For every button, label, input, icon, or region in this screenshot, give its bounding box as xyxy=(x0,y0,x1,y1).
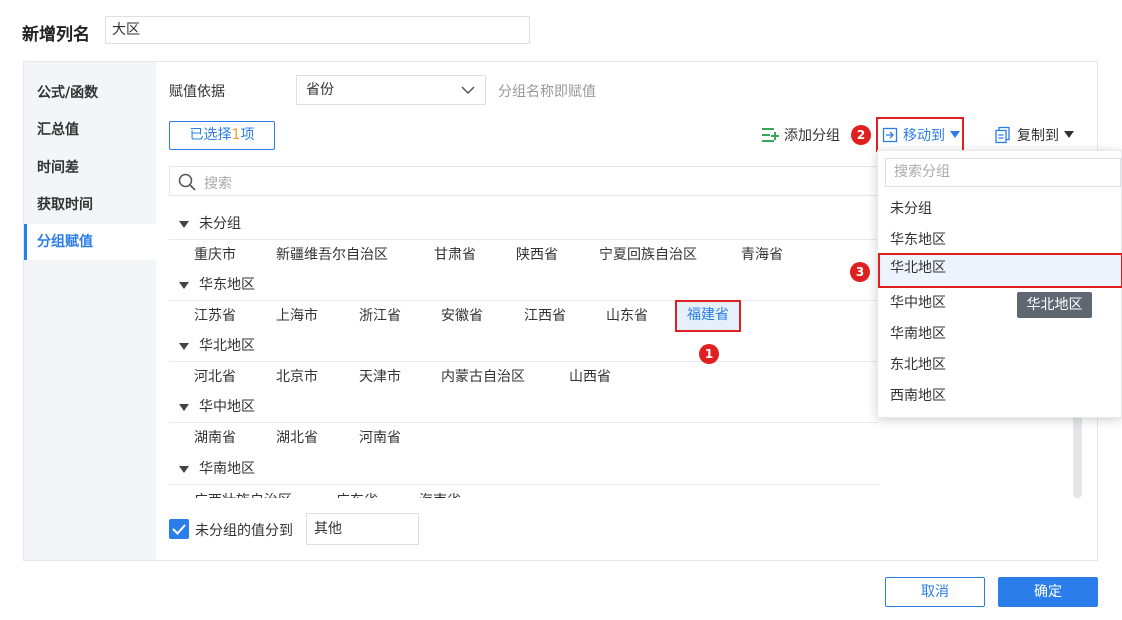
ungrouped-checkbox[interactable] xyxy=(169,519,189,539)
basis-select[interactable]: 省份 xyxy=(296,75,486,105)
dropdown-item[interactable]: 华南地区 xyxy=(878,319,1122,350)
group-name: 华南地区 xyxy=(199,461,255,477)
sidebar-item-time-diff[interactable]: 时间差 xyxy=(24,150,156,186)
list-item[interactable]: 山西省 xyxy=(569,362,611,392)
dropdown-item[interactable]: 西南地区 xyxy=(878,381,1122,412)
list-item[interactable]: 宁夏回族自治区 xyxy=(599,240,697,270)
collapse-triangle-icon xyxy=(179,281,189,289)
collapse-triangle-icon xyxy=(179,403,189,411)
group-header-east[interactable]: 华东地区 xyxy=(169,270,255,300)
copy-icon xyxy=(995,126,1010,144)
list-item[interactable]: 山东省 xyxy=(606,301,648,331)
list-item[interactable]: 甘肃省 xyxy=(434,240,476,270)
group-name: 未分组 xyxy=(199,216,241,232)
caret-down-icon xyxy=(1064,131,1074,138)
group-header-south[interactable]: 华南地区 xyxy=(169,454,255,484)
dropdown-item[interactable]: 华东地区 xyxy=(878,225,1122,256)
selected-prefix: 已选择 xyxy=(189,127,232,143)
sidebar-item-summary[interactable]: 汇总值 xyxy=(24,112,156,148)
add-group-label: 添加分组 xyxy=(784,128,840,144)
list-item[interactable]: 江西省 xyxy=(524,301,566,331)
divider xyxy=(169,484,879,485)
list-item[interactable]: 广西壮族自治区 xyxy=(194,486,292,498)
search-icon xyxy=(178,173,196,191)
sidebar-item-get-time[interactable]: 获取时间 xyxy=(24,187,156,223)
search-placeholder: 搜索 xyxy=(204,176,232,192)
cancel-button[interactable]: 取消 xyxy=(885,577,985,607)
tooltip: 华北地区 xyxy=(1017,292,1092,318)
annotation-badge-3: 3 xyxy=(850,262,870,282)
group-name: 华东地区 xyxy=(199,277,255,293)
list-item[interactable]: 新疆维吾尔自治区 xyxy=(276,240,388,270)
copy-to-button[interactable]: 复制到 xyxy=(994,125,1074,145)
selected-suffix: 项 xyxy=(240,127,255,143)
list-item[interactable]: 湖北省 xyxy=(276,423,318,453)
list-item[interactable]: 河北省 xyxy=(194,362,236,392)
sidebar-item-group-assign[interactable]: 分组赋值 xyxy=(24,224,156,260)
list-item[interactable]: 内蒙古自治区 xyxy=(441,362,525,392)
group-header-north[interactable]: 华北地区 xyxy=(169,331,255,361)
list-item[interactable]: 安徽省 xyxy=(441,301,483,331)
dropdown-item-highlighted[interactable]: 华北地区 xyxy=(878,253,1122,288)
checkmark-icon xyxy=(172,524,186,535)
chevron-down-icon xyxy=(461,86,475,95)
ungrouped-checkbox-label: 未分组的值分到 xyxy=(195,523,293,539)
annotation-badge-2: 2 xyxy=(851,125,871,145)
list-item[interactable]: 广东省 xyxy=(336,486,378,498)
list-item[interactable]: 上海市 xyxy=(276,301,318,331)
caret-down-icon xyxy=(950,130,960,138)
move-to-dropdown: 搜索分组 未分组 华东地区 华北地区 华中地区 华南地区 东北地区 西南地区 xyxy=(877,150,1122,418)
list-item[interactable]: 江苏省 xyxy=(194,301,236,331)
other-value-input[interactable]: 其他 xyxy=(306,513,419,545)
basis-select-value: 省份 xyxy=(306,82,334,98)
list-item[interactable]: 青海省 xyxy=(741,240,783,270)
dropdown-item[interactable]: 东北地区 xyxy=(878,350,1122,381)
add-group-button[interactable]: 添加分组 xyxy=(761,125,840,145)
dropdown-item[interactable]: 未分组 xyxy=(878,194,1122,225)
sidebar: 公式/函数 汇总值 时间差 获取时间 分组赋值 xyxy=(24,62,156,560)
group-name: 华中地区 xyxy=(199,399,255,415)
dialog-title: 新增列名 xyxy=(22,25,90,45)
selected-count-button[interactable]: 已选择1项 xyxy=(169,121,275,150)
list-item[interactable]: 天津市 xyxy=(359,362,401,392)
column-name-input[interactable]: 大区 xyxy=(105,16,530,44)
group-header-ungrouped[interactable]: 未分组 xyxy=(169,209,241,239)
list-item[interactable]: 海南省 xyxy=(419,486,461,498)
list-item[interactable]: 重庆市 xyxy=(194,240,236,270)
list-item[interactable]: 河南省 xyxy=(359,423,401,453)
basis-hint: 分组名称即赋值 xyxy=(498,84,596,100)
collapse-triangle-icon xyxy=(179,342,189,350)
list-item-selected[interactable]: 福建省 xyxy=(675,300,741,332)
dropdown-search-input[interactable]: 搜索分组 xyxy=(885,158,1121,187)
confirm-button[interactable]: 确定 xyxy=(998,577,1098,607)
group-name: 华北地区 xyxy=(199,338,255,354)
add-group-icon xyxy=(762,128,779,142)
basis-label: 赋值依据 xyxy=(169,84,225,100)
copy-to-label: 复制到 xyxy=(1017,128,1059,144)
group-header-central[interactable]: 华中地区 xyxy=(169,392,255,422)
annotation-badge-1: 1 xyxy=(699,344,719,364)
list-item[interactable]: 北京市 xyxy=(276,362,318,392)
list-item[interactable]: 陕西省 xyxy=(516,240,558,270)
list-item[interactable]: 湖南省 xyxy=(194,423,236,453)
sidebar-item-formula[interactable]: 公式/函数 xyxy=(24,75,156,111)
collapse-triangle-icon xyxy=(179,220,189,228)
move-to-label: 移动到 xyxy=(903,127,945,144)
move-to-icon xyxy=(882,127,898,142)
list-item[interactable]: 浙江省 xyxy=(359,301,401,331)
move-to-button[interactable]: 移动到 xyxy=(876,117,964,152)
search-input[interactable]: 搜索 xyxy=(169,166,879,196)
collapse-triangle-icon xyxy=(179,465,189,473)
